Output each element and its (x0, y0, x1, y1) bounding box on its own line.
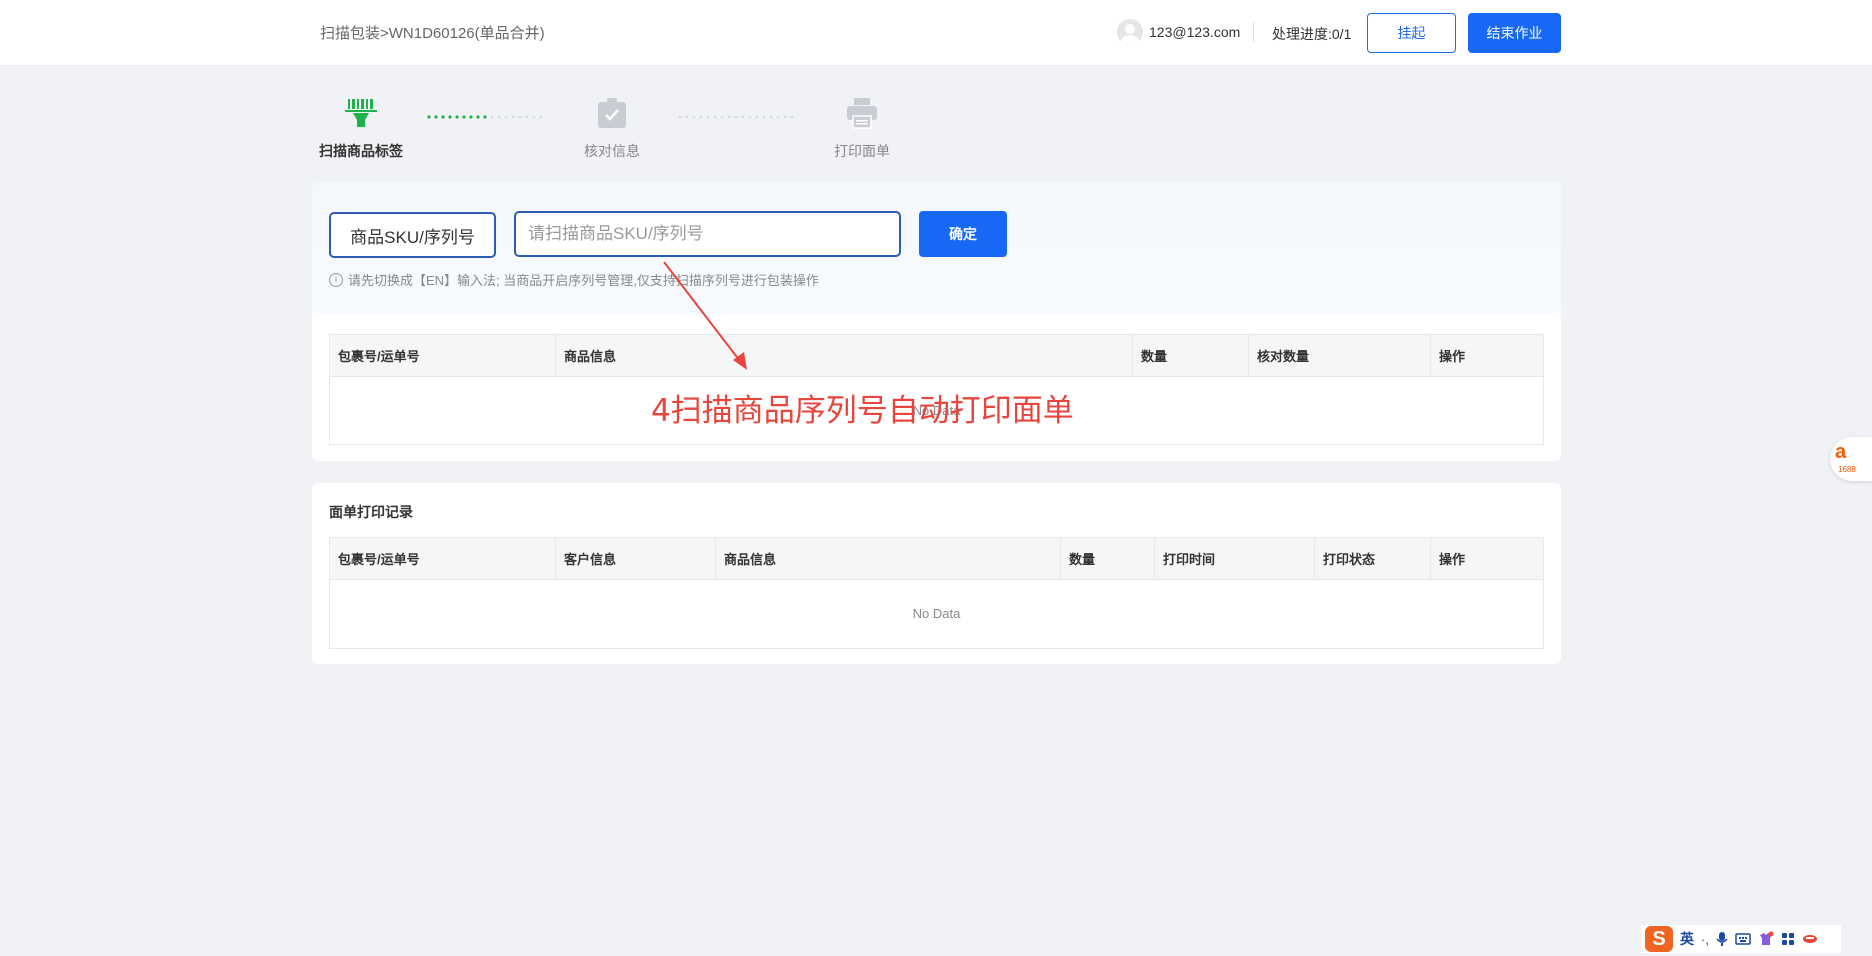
sogou-logo-icon[interactable]: S (1645, 926, 1673, 952)
user-email: 123@123.com (1149, 24, 1241, 40)
step-print-label: 打印面单 (817, 96, 907, 161)
column-header: 操作 (1430, 335, 1543, 376)
confirm-button[interactable]: 确定 (919, 211, 1007, 257)
column-header: 数量 (1132, 335, 1248, 376)
column-header: 包裹号/运单号 (338, 552, 420, 567)
column-header: 操作 (1430, 538, 1543, 579)
breadcrumb: 扫描包装>WN1D60126(单品合并) (320, 25, 545, 42)
floating-1688-widget[interactable]: a 1688 (1830, 437, 1872, 481)
keyboard-icon[interactable] (1735, 932, 1751, 946)
column-header: 商品信息 (715, 538, 1060, 579)
step-connector-2 (678, 115, 794, 119)
table-header: 包裹号/运单号 商品信息 数量 核对数量 操作 (330, 335, 1543, 377)
mic-icon[interactable] (1716, 931, 1728, 947)
barcode-scanner-icon (345, 99, 377, 127)
step-label: 核对信息 (584, 143, 640, 159)
hang-button[interactable]: 挂起 (1367, 13, 1456, 53)
column-header: 客户信息 (555, 538, 715, 579)
divider (1253, 22, 1254, 42)
ime-language[interactable]: 英 (1680, 929, 1694, 949)
grid-icon[interactable] (1781, 932, 1795, 946)
progress-text: 处理进度:0/1 (1272, 26, 1352, 42)
table-empty: No Data (912, 605, 961, 621)
step-verify-info: 核对信息 (567, 96, 657, 161)
record-table: 包裹号/运单号 客户信息 商品信息 数量 打印时间 打印状态 操作 No Dat… (329, 537, 1544, 649)
table-header: 包裹号/运单号 客户信息 商品信息 数量 打印时间 打印状态 操作 (330, 538, 1543, 580)
avatar (1117, 19, 1143, 45)
ime-toolbar: S 英 ·, (1641, 925, 1841, 953)
column-header: 商品信息 (555, 335, 1132, 376)
column-header: 包裹号/运单号 (338, 349, 420, 364)
1688-number: 1688 (1838, 465, 1856, 474)
step-label: 打印面单 (834, 143, 890, 159)
tools-icon[interactable] (1802, 932, 1818, 946)
column-header: 打印时间 (1154, 538, 1314, 579)
step-connector-1 (427, 115, 543, 119)
skin-icon[interactable] (1758, 931, 1774, 947)
print-record-panel: 面单打印记录 包裹号/运单号 客户信息 商品信息 数量 打印时间 打印状态 操作… (312, 483, 1561, 664)
annotation-arrow (663, 261, 747, 370)
column-header: 打印状态 (1314, 538, 1430, 579)
printer-icon (847, 98, 877, 129)
user-info[interactable]: 123@123.com (1117, 19, 1240, 45)
info-icon: i (329, 272, 343, 287)
check-box-icon (598, 98, 626, 128)
record-title: 面单打印记录 (329, 504, 413, 520)
top-header: 扫描包装>WN1D60126(单品合并) 123@123.com 处理进度:0/… (0, 0, 1872, 66)
column-header: 核对数量 (1248, 335, 1430, 376)
column-header: 数量 (1060, 538, 1154, 579)
scan-input[interactable] (514, 211, 901, 257)
scan-type-select[interactable]: 商品SKU/序列号 (329, 212, 496, 258)
scan-form-area: 商品SKU/序列号 确定 i 请先切换成【EN】输入法; 当商品开启序列号管理,… (312, 182, 1561, 315)
step-label: 扫描商品标签 (319, 143, 403, 159)
annotation-text: 4扫描商品序列号自动打印面单 (651, 393, 1074, 429)
end-task-button[interactable]: 结束作业 (1468, 13, 1561, 53)
punctuation-icon[interactable]: ·, (1701, 932, 1709, 947)
scan-hint: i 请先切换成【EN】输入法; 当商品开启序列号管理,仅支持扫描序列号进行包装操… (329, 270, 819, 289)
step-scan-label: 扫描商品标签 (316, 96, 406, 161)
1688-logo-icon: a (1835, 441, 1847, 463)
hint-text: 请先切换成【EN】输入法; 当商品开启序列号管理,仅支持扫描序列号进行包装操作 (348, 273, 819, 288)
